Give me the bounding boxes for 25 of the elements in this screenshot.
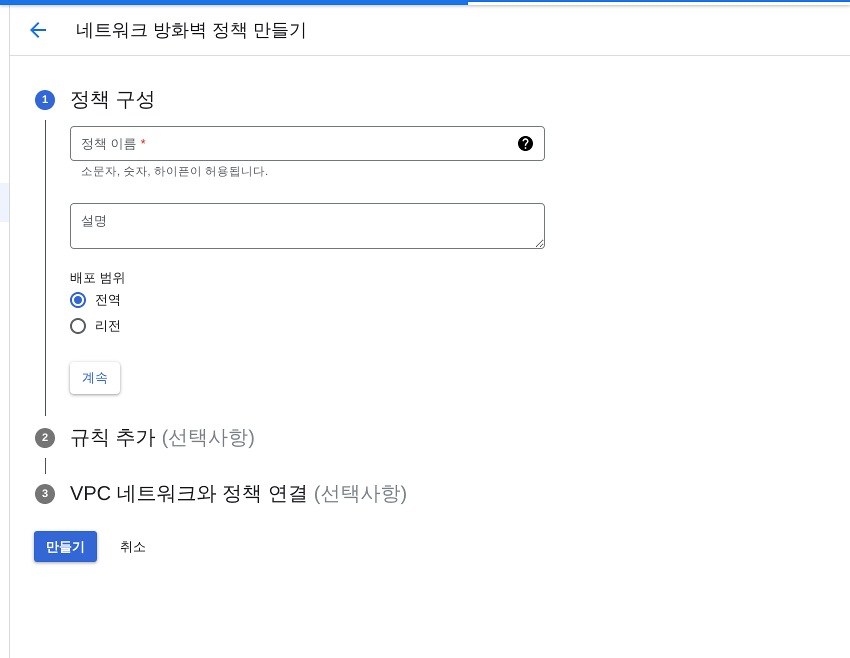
help-icon[interactable] bbox=[518, 136, 533, 151]
radio-button[interactable] bbox=[70, 318, 86, 334]
step-number: 3 bbox=[35, 484, 55, 504]
description-field[interactable]: 설명 bbox=[70, 203, 545, 249]
step-title[interactable]: 정책 구성 bbox=[70, 88, 156, 112]
radio-button[interactable] bbox=[70, 292, 86, 308]
optional-note: (선택사항) bbox=[162, 426, 255, 450]
required-mark: * bbox=[140, 136, 146, 151]
field-hint: 소문자, 숫자, 하이픈이 허용됩니다. bbox=[81, 165, 268, 179]
step-title[interactable]: 규칙 추가 bbox=[70, 426, 156, 450]
create-button[interactable]: 만들기 bbox=[34, 531, 97, 562]
group-label: 배포 범위 bbox=[70, 269, 126, 287]
radio-label[interactable]: 전역 bbox=[95, 291, 121, 309]
step-number: 1 bbox=[35, 90, 55, 110]
optional-note: (선택사항) bbox=[314, 482, 408, 506]
radio-label[interactable]: 리전 bbox=[95, 317, 121, 335]
cancel-button[interactable]: 취소 bbox=[108, 531, 158, 562]
step-number: 2 bbox=[35, 428, 55, 448]
continue-button[interactable]: 계속 bbox=[70, 362, 120, 394]
text-field[interactable]: 정책 이름 * bbox=[70, 126, 545, 161]
field-label: 정책 이름 bbox=[81, 134, 137, 152]
step-connector bbox=[44, 458, 46, 474]
left-arrow-icon[interactable] bbox=[30, 22, 46, 38]
step-title[interactable]: VPC 네트워크와 정책 연결 bbox=[70, 482, 308, 506]
page-title: 네트워크 방화벽 정책 만들기 bbox=[76, 19, 308, 42]
